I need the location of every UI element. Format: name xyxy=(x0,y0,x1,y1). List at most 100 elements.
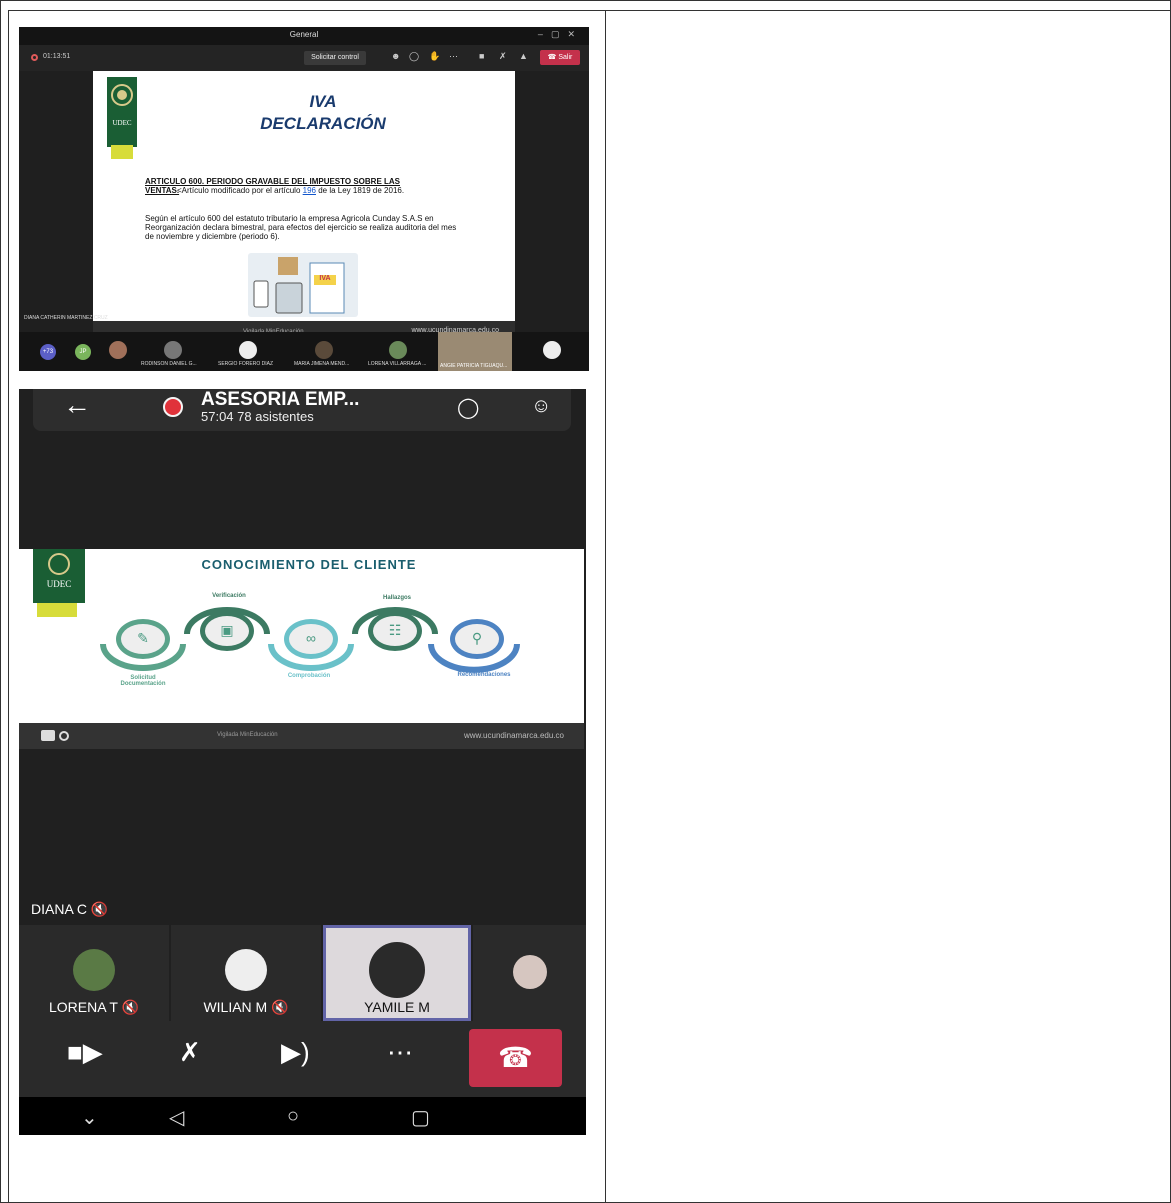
back-arrow-icon[interactable]: ← xyxy=(63,391,91,419)
participant-tile-active[interactable]: YAMILE M xyxy=(323,925,471,1021)
article-title-line1: ARTICULO 600. PERIODO GRAVABLE DEL IMPUE… xyxy=(145,177,400,186)
window-controls[interactable]: –▢✕ xyxy=(538,29,583,40)
window-titlebar: General –▢✕ xyxy=(19,27,589,45)
participant-tiles: LORENA T 🔇 WILIAN M 🔇 YAMILE M xyxy=(19,925,586,1021)
monitor-icon: ▣ xyxy=(220,622,234,638)
share-icon[interactable]: ▲ xyxy=(519,51,528,61)
participant-avatar xyxy=(512,955,547,989)
participant-name: LORENA T 🔇 xyxy=(19,999,169,1016)
back-triangle-icon[interactable]: ◁ xyxy=(169,1105,184,1130)
step-circle: ∞ xyxy=(284,619,338,659)
meeting-timer: 01:13:51 xyxy=(43,53,71,60)
label-hallazgos: Hallazgos xyxy=(382,595,411,601)
slide-title: IVA DECLARACIÓN xyxy=(213,91,433,135)
participant-tile[interactable] xyxy=(473,925,586,1021)
label-verificacion: Verificación xyxy=(212,593,246,599)
recents-icon[interactable]: ▢ xyxy=(411,1105,430,1130)
request-control-button[interactable]: Solicitar control xyxy=(304,51,366,65)
call-controls: ■▶ ✗ ▶) ⋯ ☎ xyxy=(19,1021,586,1097)
slide-title-line2: DECLARACIÓN xyxy=(260,114,386,133)
teams-desktop-screenshot: General –▢✕ 01:13:51 Solicitar control ☻… xyxy=(19,27,589,371)
footer-url: www.ucundinamarca.edu.co xyxy=(463,731,564,740)
camera-off-icon[interactable]: ■▶ xyxy=(67,1037,103,1068)
home-icon[interactable]: ○ xyxy=(287,1105,299,1128)
mic-off-icon[interactable]: ✗ xyxy=(499,51,507,62)
camera-off-icon[interactable]: ■ xyxy=(479,51,484,61)
participant-name: WILIAN M 🔇 xyxy=(171,999,321,1016)
link-icon: ∞ xyxy=(306,630,316,646)
chevron-down-icon[interactable]: ⌄ xyxy=(81,1105,98,1130)
more-participants-badge[interactable]: +73 xyxy=(40,344,56,360)
reactions-icon[interactable]: ✋ xyxy=(429,51,440,62)
mic-muted-icon: 🔇 xyxy=(121,999,140,1015)
chat-icon[interactable]: ◯ xyxy=(457,395,479,420)
participant-video xyxy=(369,942,425,998)
participant-name: SERGIO FORERO DIAZ xyxy=(218,361,274,367)
more-options-icon[interactable]: ⋯ xyxy=(449,51,458,62)
iva-tag: IVA xyxy=(314,275,336,285)
step-circle: ⚲ xyxy=(450,619,504,659)
participant-name-text: LORENA T xyxy=(48,999,118,1015)
participant-tile[interactable]: LORENA T 🔇 xyxy=(19,925,169,1021)
table-border-top xyxy=(8,10,1171,11)
close-icon[interactable]: ✕ xyxy=(567,29,583,39)
article-note: <Artículo modificado por el artículo 196… xyxy=(177,186,404,195)
presenter-name: DIANA CATHERIN MARTINEZ CRUZ xyxy=(24,315,108,321)
slide-footer: Vigilada MinEducación www.ucundinamarca.… xyxy=(19,723,584,749)
participant-name-text: WILIAN M xyxy=(203,999,268,1015)
leave-button[interactable]: ☎ Salir xyxy=(540,50,580,65)
seal-icon xyxy=(111,84,133,106)
step-circle: ☷ xyxy=(368,611,422,651)
recording-icon xyxy=(163,397,183,417)
table-border-left xyxy=(8,10,9,1203)
document-icon: ✎ xyxy=(137,630,149,646)
label-recomendaciones: Recomendaciones xyxy=(457,672,511,678)
call-header: ← ASESORIA EMP... 57:04 78 asistentes ◯ … xyxy=(33,389,571,431)
hang-up-button[interactable]: ☎ xyxy=(469,1029,562,1087)
tax-illustration: IVA xyxy=(248,253,358,317)
presenter-label: DIANA C 🔇 xyxy=(31,901,108,918)
label-solicitud: Solicitud Documentación xyxy=(120,675,166,687)
meeting-toolbar: 01:13:51 Solicitar control ☻ ◯ ✋ ⋯ ■ ✗ ▲… xyxy=(19,45,589,71)
more-options-icon[interactable]: ⋯ xyxy=(387,1037,413,1068)
mic-off-icon[interactable]: ✗ xyxy=(179,1037,201,1068)
android-navbar: ⌄ ◁ ○ ▢ xyxy=(19,1097,586,1135)
participant-name: RODINSON DANIEL G... xyxy=(141,361,197,367)
participant-avatar xyxy=(73,949,115,991)
speaker-icon[interactable]: ▶) xyxy=(281,1037,310,1068)
slide-title-line1: IVA xyxy=(309,92,337,111)
meeting-title: ASESORIA EMP... xyxy=(201,389,360,410)
footer-vigilada: Vigilada MinEducación xyxy=(217,732,278,738)
table-column-divider xyxy=(605,10,606,1203)
presenter-name: DIANA C xyxy=(31,901,88,917)
participant-tile[interactable]: WILIAN M 🔇 xyxy=(171,925,321,1021)
participant-name: ANGIE PATRICIA TIGUAQU... xyxy=(440,363,508,369)
article-link[interactable]: 196 xyxy=(303,186,316,195)
participant-name: LORENA VILLARRAGA ... xyxy=(368,361,427,367)
participant-initials-badge[interactable]: JP xyxy=(75,344,91,360)
article-note-post: de la Ley 1819 de 2016. xyxy=(315,186,405,195)
participants-icon[interactable]: ☺ xyxy=(531,395,551,418)
mic-muted-icon: 🔇 xyxy=(271,999,289,1015)
window-title: General xyxy=(289,30,319,39)
participant-avatar xyxy=(239,341,257,359)
database-icon: ☷ xyxy=(388,622,402,638)
udec-logo: UDEC xyxy=(107,77,137,147)
search-icon: ⚲ xyxy=(471,630,483,646)
participant-avatar xyxy=(315,341,333,359)
step-circle: ▣ xyxy=(200,611,254,651)
meeting-subtitle: 57:04 78 asistentes xyxy=(201,409,314,424)
chat-icon[interactable]: ◯ xyxy=(409,51,419,62)
people-icon[interactable]: ☻ xyxy=(391,51,400,61)
participant-strip: +73 JP RODINSON DANIEL G... SERGIO FORER… xyxy=(19,332,589,371)
teams-mobile-screenshot: ← ASESORIA EMP... 57:04 78 asistentes ◯ … xyxy=(19,389,586,1135)
participant-video: ANGIE PATRICIA TIGUAQU... xyxy=(438,332,512,371)
article-note-pre: <Artículo modificado por el artículo xyxy=(177,186,303,195)
participant-avatar xyxy=(543,341,561,359)
shared-slide: UDEC CONOCIMIENTO DEL CLIENTE ✎ ▣ ∞ ☷ ⚲ … xyxy=(19,549,584,723)
minimize-icon[interactable]: – xyxy=(538,29,551,39)
tv-icon xyxy=(41,730,55,741)
slide-body: Según el artículo 600 del estatuto tribu… xyxy=(145,214,457,241)
maximize-icon[interactable]: ▢ xyxy=(551,29,568,39)
calculator-icon xyxy=(253,257,345,314)
